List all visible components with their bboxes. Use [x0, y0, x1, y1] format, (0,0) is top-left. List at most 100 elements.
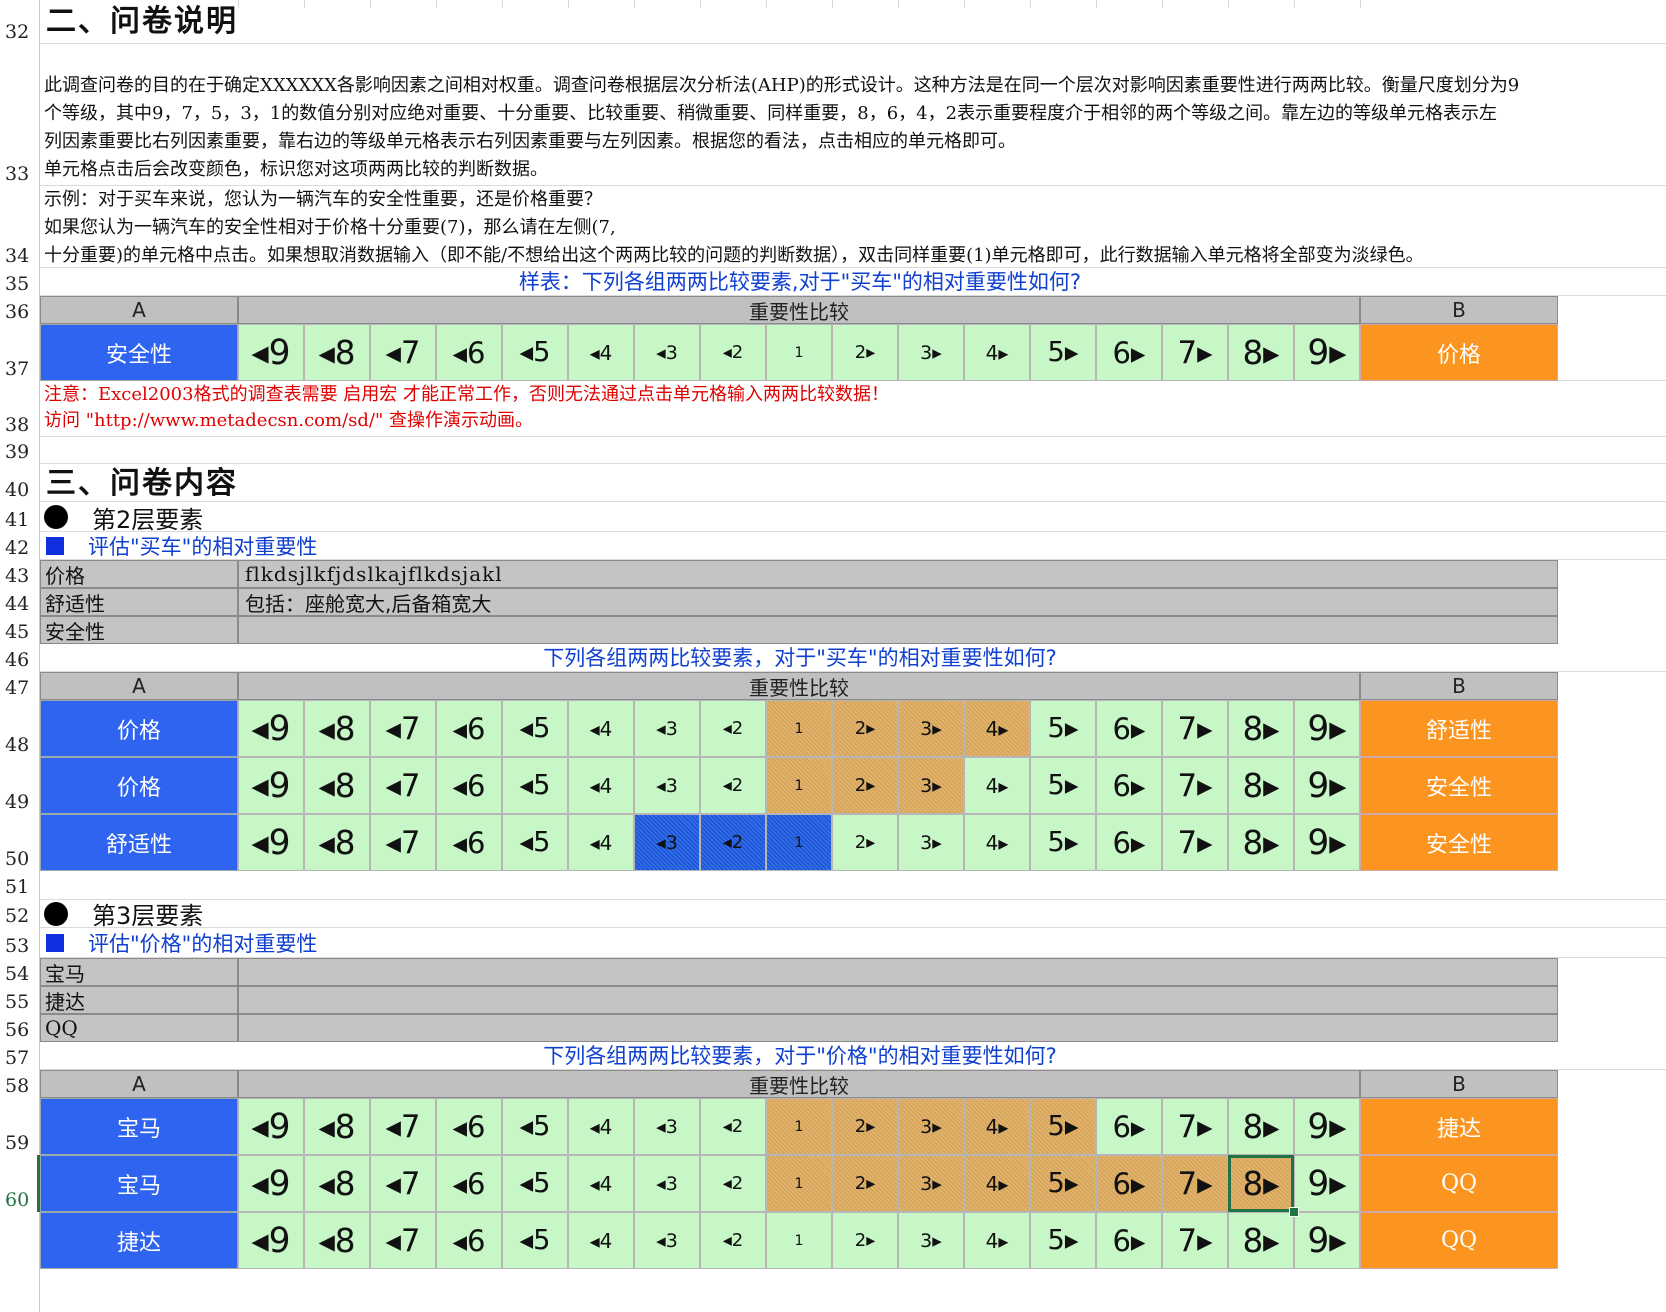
row-header[interactable]: 53 [0, 928, 40, 958]
importance-scale-cell[interactable]: ◂4 [568, 324, 634, 381]
importance-scale-cell[interactable]: ◂5 [502, 700, 568, 757]
importance-scale-cell[interactable]: 1 [766, 1155, 832, 1212]
importance-scale-cell[interactable]: 2▸ [832, 757, 898, 814]
importance-scale-cell[interactable]: ◂3 [634, 324, 700, 381]
importance-scale-cell[interactable]: 2▸ [832, 1098, 898, 1155]
importance-scale-cell[interactable]: 8▸ [1228, 1212, 1294, 1269]
importance-scale-cell[interactable]: ◂5 [502, 1212, 568, 1269]
importance-scale-cell[interactable]: 8▸ [1228, 1155, 1294, 1212]
row-header[interactable]: 52 [0, 899, 40, 928]
importance-scale-cell[interactable]: 4▸ [964, 1155, 1030, 1212]
row-header[interactable]: 32 [0, 0, 40, 44]
importance-scale-cell[interactable]: 7▸ [1162, 757, 1228, 814]
importance-scale-cell[interactable]: 5▸ [1030, 324, 1096, 381]
importance-scale-cell[interactable]: ◂9 [238, 324, 304, 381]
row-header[interactable]: 38 [0, 381, 40, 437]
importance-scale-cell[interactable]: ◂7 [370, 1212, 436, 1269]
importance-scale-cell[interactable]: 7▸ [1162, 1212, 1228, 1269]
importance-scale-cell[interactable]: 9▸ [1294, 700, 1360, 757]
importance-scale-cell[interactable]: 1 [766, 757, 832, 814]
importance-scale-cell[interactable]: 1 [766, 700, 832, 757]
importance-scale-cell[interactable]: 8▸ [1228, 814, 1294, 871]
importance-scale-cell[interactable]: 9▸ [1294, 324, 1360, 381]
row-header[interactable]: 44 [0, 588, 40, 616]
importance-scale-cell[interactable]: ◂7 [370, 324, 436, 381]
importance-scale-cell[interactable]: ◂2 [700, 700, 766, 757]
importance-scale-cell[interactable]: ◂8 [304, 1098, 370, 1155]
importance-scale-cell[interactable]: 8▸ [1228, 1098, 1294, 1155]
importance-scale-cell[interactable]: 2▸ [832, 700, 898, 757]
row-header[interactable]: 33 [0, 44, 40, 186]
importance-scale-cell[interactable]: 3▸ [898, 814, 964, 871]
importance-scale-cell[interactable]: 4▸ [964, 814, 1030, 871]
row-header[interactable]: 39 [0, 437, 40, 464]
importance-scale-cell[interactable]: ◂7 [370, 757, 436, 814]
importance-scale-cell[interactable]: 4▸ [964, 324, 1030, 381]
importance-scale-cell[interactable]: ◂3 [634, 1155, 700, 1212]
row-header[interactable]: 58 [0, 1070, 40, 1098]
importance-scale-cell[interactable]: ◂6 [436, 1155, 502, 1212]
importance-scale-cell[interactable]: 6▸ [1096, 1212, 1162, 1269]
importance-scale-cell[interactable]: 2▸ [832, 324, 898, 381]
importance-scale-cell[interactable]: 9▸ [1294, 814, 1360, 871]
importance-scale-cell[interactable]: 7▸ [1162, 814, 1228, 871]
row-header-selected[interactable]: 60 [0, 1155, 40, 1212]
row-header[interactable]: 54 [0, 958, 40, 986]
importance-scale-cell[interactable]: ◂4 [568, 757, 634, 814]
importance-scale-cell[interactable]: ◂2 [700, 1098, 766, 1155]
importance-scale-cell[interactable]: ◂5 [502, 757, 568, 814]
importance-scale-cell[interactable]: 9▸ [1294, 1098, 1360, 1155]
row-header[interactable]: 45 [0, 616, 40, 644]
importance-scale-cell[interactable]: 6▸ [1096, 757, 1162, 814]
row-header[interactable]: 57 [0, 1042, 40, 1070]
importance-scale-cell[interactable]: 3▸ [898, 1212, 964, 1269]
importance-scale-cell[interactable]: 6▸ [1096, 700, 1162, 757]
importance-scale-cell[interactable]: 6▸ [1096, 324, 1162, 381]
row-header[interactable]: 59 [0, 1098, 40, 1155]
importance-scale-cell[interactable]: 1 [766, 324, 832, 381]
importance-scale-cell[interactable]: ◂2 [700, 1212, 766, 1269]
importance-scale-cell[interactable]: ◂8 [304, 324, 370, 381]
importance-scale-cell[interactable]: 2▸ [832, 814, 898, 871]
importance-scale-cell[interactable]: 1 [766, 1212, 832, 1269]
importance-scale-cell[interactable]: ◂3 [634, 757, 700, 814]
importance-scale-cell[interactable]: ◂3 [634, 814, 700, 871]
importance-scale-cell[interactable]: 3▸ [898, 700, 964, 757]
row-header[interactable]: 42 [0, 532, 40, 560]
importance-scale-cell[interactable]: 5▸ [1030, 1212, 1096, 1269]
importance-scale-cell[interactable]: 2▸ [832, 1212, 898, 1269]
importance-scale-cell[interactable]: 4▸ [964, 757, 1030, 814]
importance-scale-cell[interactable]: 6▸ [1096, 1098, 1162, 1155]
row-header[interactable]: 40 [0, 464, 40, 502]
importance-scale-cell[interactable]: 2▸ [832, 1155, 898, 1212]
importance-scale-cell[interactable]: ◂5 [502, 1098, 568, 1155]
importance-scale-cell[interactable]: 8▸ [1228, 757, 1294, 814]
row-header[interactable]: 56 [0, 1014, 40, 1042]
row-header[interactable]: 35 [0, 268, 40, 296]
importance-scale-cell[interactable]: ◂9 [238, 1155, 304, 1212]
importance-scale-cell[interactable]: 9▸ [1294, 1212, 1360, 1269]
row-header[interactable]: 36 [0, 296, 40, 324]
importance-scale-cell[interactable]: ◂4 [568, 1155, 634, 1212]
importance-scale-cell[interactable]: 5▸ [1030, 1098, 1096, 1155]
row-header[interactable] [0, 1212, 40, 1312]
importance-scale-cell[interactable]: ◂2 [700, 757, 766, 814]
importance-scale-cell[interactable]: 4▸ [964, 700, 1030, 757]
importance-scale-cell[interactable]: 5▸ [1030, 1155, 1096, 1212]
importance-scale-cell[interactable]: ◂9 [238, 814, 304, 871]
importance-scale-cell[interactable]: ◂4 [568, 700, 634, 757]
importance-scale-cell[interactable]: 8▸ [1228, 700, 1294, 757]
importance-scale-cell[interactable]: 7▸ [1162, 324, 1228, 381]
importance-scale-cell[interactable]: 3▸ [898, 757, 964, 814]
demo-link-note[interactable]: 访问 "http://www.metadecsn.com/sd/" 查操作演示动… [44, 408, 533, 434]
importance-scale-cell[interactable]: 4▸ [964, 1098, 1030, 1155]
importance-scale-cell[interactable]: 9▸ [1294, 1155, 1360, 1212]
importance-scale-cell[interactable]: ◂4 [568, 814, 634, 871]
importance-scale-cell[interactable]: ◂5 [502, 324, 568, 381]
importance-scale-cell[interactable]: ◂9 [238, 757, 304, 814]
importance-scale-cell[interactable]: 3▸ [898, 324, 964, 381]
importance-scale-cell[interactable]: ◂6 [436, 757, 502, 814]
importance-scale-cell[interactable]: 6▸ [1096, 1155, 1162, 1212]
importance-scale-cell[interactable]: ◂6 [436, 700, 502, 757]
importance-scale-cell[interactable]: ◂4 [568, 1098, 634, 1155]
